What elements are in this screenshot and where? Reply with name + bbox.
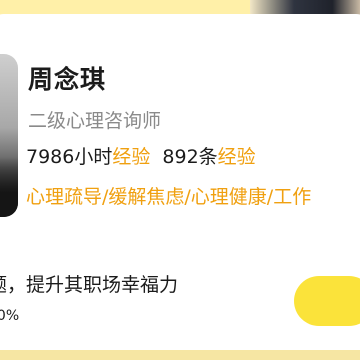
experience-stats: 7986小时经验 892条经验 [26,142,256,169]
counselor-name: 周念琪 [28,65,107,94]
promo-slogan: 题，提升其职场幸福力 [0,274,179,296]
avatar[interactable] [0,54,18,217]
promo-percent: 00% [0,308,20,324]
hours-value: 7986 [26,146,75,168]
action-button[interactable] [294,276,360,326]
cases-label: 经验 [217,146,256,168]
cases-value: 892 [162,146,199,168]
cases-unit: 条 [198,146,218,168]
counselor-card[interactable]: 周念琪 二级心理咨询师 7986小时经验 892条经验 心理疏导/缓解焦虑/心理健… [0,14,360,358]
counselor-title: 二级心理咨询师 [28,110,162,132]
hours-unit: 小时 [74,146,113,168]
hours-label: 经验 [112,146,151,168]
specialty-tags: 心理疏导/缓解焦虑/心理健康/工作 [26,186,312,208]
bottom-strip [0,350,360,360]
page: 周念琪 二级心理咨询师 7986小时经验 892条经验 心理疏导/缓解焦虑/心理健… [0,0,360,360]
avatar-shadow [0,157,18,217]
